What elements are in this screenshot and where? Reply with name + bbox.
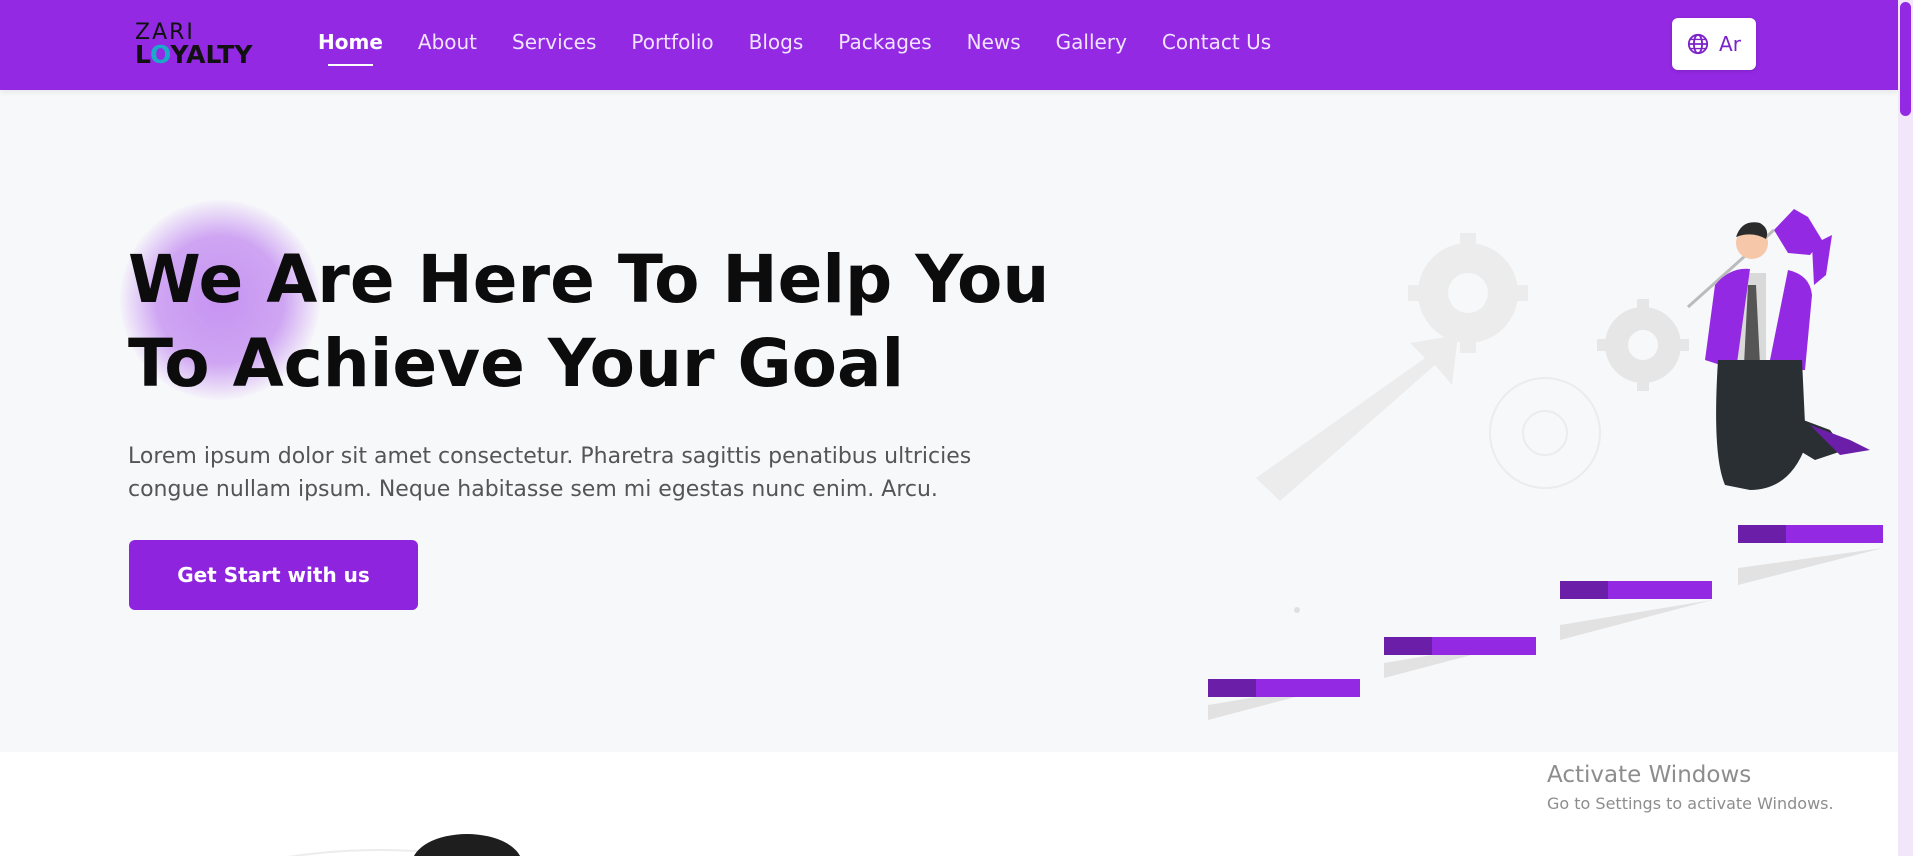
nav-link-about[interactable]: About bbox=[418, 30, 477, 54]
watermark-title: Activate Windows bbox=[1547, 762, 1752, 788]
top-navbar: ZARI LOYALTY Home About Services Portfol… bbox=[0, 0, 1898, 90]
page-scrollbar-thumb[interactable] bbox=[1900, 2, 1911, 116]
logo-refresh-o: O bbox=[150, 40, 171, 69]
logo-line-2: LOYALTY bbox=[135, 40, 253, 69]
watermark-subtitle: Go to Settings to activate Windows. bbox=[1547, 794, 1834, 813]
nav-link-home[interactable]: Home bbox=[318, 30, 383, 66]
nav-link-packages[interactable]: Packages bbox=[838, 30, 931, 54]
staircase-steps bbox=[1208, 525, 1883, 720]
page-scrollbar-track[interactable] bbox=[1898, 0, 1913, 856]
nav-link-gallery[interactable]: Gallery bbox=[1056, 30, 1127, 54]
gear-icon bbox=[1408, 233, 1528, 353]
gear-outline-icon bbox=[1489, 377, 1601, 489]
language-label: Ar bbox=[1719, 32, 1741, 56]
nav-link-services[interactable]: Services bbox=[512, 30, 596, 54]
gear-icon bbox=[1597, 299, 1689, 391]
main-nav: Home About Services Portfolio Blogs Pack… bbox=[318, 30, 1306, 66]
growth-arrow-icon bbox=[1256, 335, 1458, 501]
globe-icon bbox=[1687, 33, 1709, 55]
jumping-person-illustration bbox=[1686, 209, 1870, 490]
nav-link-portfolio[interactable]: Portfolio bbox=[631, 30, 713, 54]
nav-link-blogs[interactable]: Blogs bbox=[749, 30, 804, 54]
hero-description: Lorem ipsum dolor sit amet consectetur. … bbox=[128, 444, 972, 502]
hero-title: We Are Here To Help You To Achieve Your … bbox=[128, 241, 1050, 402]
nav-link-news[interactable]: News bbox=[967, 30, 1021, 54]
nav-link-contact-us[interactable]: Contact Us bbox=[1162, 30, 1271, 54]
brand-logo[interactable]: ZARI LOYALTY bbox=[135, 20, 265, 70]
language-switch-button[interactable]: Ar bbox=[1672, 18, 1756, 70]
get-started-button[interactable]: Get Start with us bbox=[129, 540, 418, 610]
windows-activation-watermark: Activate Windows Go to Settings to activ… bbox=[1547, 762, 1834, 813]
hero-illustration bbox=[1208, 209, 1883, 720]
